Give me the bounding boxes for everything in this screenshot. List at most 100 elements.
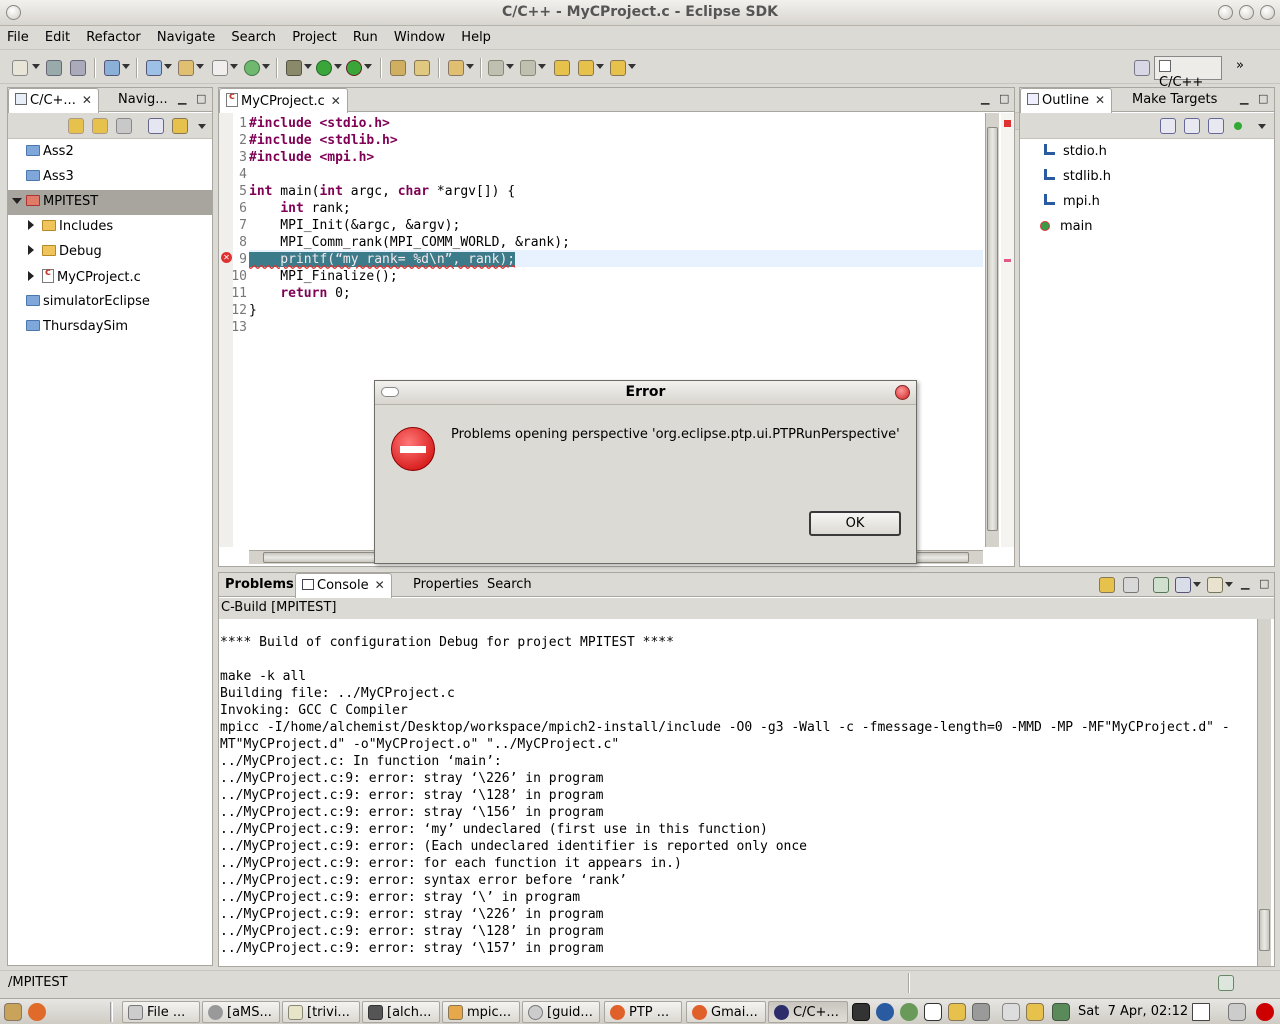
- outline-item-stdlib[interactable]: stdlib.h: [1020, 165, 1111, 190]
- print-icon[interactable]: [70, 60, 86, 76]
- up-icon[interactable]: [116, 118, 132, 134]
- scrollbar-thumb[interactable]: [1259, 909, 1270, 951]
- tree-item-includes[interactable]: Includes: [8, 215, 113, 240]
- open-perspective-icon[interactable]: [1134, 60, 1150, 76]
- error-overview-marker[interactable]: [1004, 120, 1011, 127]
- collapse-all-icon[interactable]: [148, 118, 164, 134]
- display-console-dropdown-icon[interactable]: [1193, 582, 1201, 587]
- open-console-dropdown-icon[interactable]: [1225, 582, 1233, 587]
- new-folder-icon[interactable]: [178, 60, 194, 76]
- task-mpich[interactable]: mpic...: [442, 1001, 520, 1023]
- clock[interactable]: Sat 7 Apr, 02:12: [1078, 1004, 1188, 1019]
- tree-item-simulatoreclipse[interactable]: simulatorEclipse: [8, 290, 150, 315]
- editor-vertical-scrollbar[interactable]: [985, 113, 999, 547]
- console-vertical-scrollbar[interactable]: [1257, 619, 1271, 966]
- back-icon[interactable]: [578, 60, 594, 76]
- hide-static-icon[interactable]: [1208, 118, 1224, 134]
- task-file-manager[interactable]: File ...: [122, 1001, 200, 1023]
- open-type-icon[interactable]: [390, 60, 406, 76]
- tree-item-debug[interactable]: Debug: [8, 240, 102, 265]
- hide-fields-icon[interactable]: [1184, 118, 1200, 134]
- perspective-overflow-icon[interactable]: »: [1236, 58, 1244, 73]
- pin-console-icon[interactable]: [1153, 577, 1169, 593]
- back-dropdown-icon[interactable]: [596, 64, 604, 69]
- tab-make-targets[interactable]: Make Targets: [1126, 88, 1223, 112]
- scrollbar-thumb[interactable]: [987, 127, 998, 531]
- globe-icon[interactable]: [900, 1003, 918, 1021]
- expand-arrow-icon[interactable]: [28, 220, 34, 230]
- tree-item-ass3[interactable]: Ass3: [8, 165, 74, 190]
- sort-icon[interactable]: [1160, 118, 1176, 134]
- new-source-icon[interactable]: [212, 60, 228, 76]
- volume-icon[interactable]: [1052, 1003, 1070, 1021]
- close-tab-icon[interactable]: ✕: [331, 94, 341, 108]
- new-icon[interactable]: [12, 60, 28, 76]
- close-tab-icon[interactable]: ✕: [375, 578, 385, 592]
- previous-annotation-dropdown-icon[interactable]: [538, 64, 546, 69]
- previous-annotation-icon[interactable]: [520, 60, 536, 76]
- scroll-lock-icon[interactable]: [1099, 577, 1115, 593]
- minimize-view-icon[interactable]: ▁: [178, 92, 186, 105]
- menu-project[interactable]: Project: [287, 27, 341, 45]
- debug-dropdown-icon[interactable]: [304, 64, 312, 69]
- forward-icon[interactable]: [610, 60, 626, 76]
- new-folder-dropdown-icon[interactable]: [196, 64, 204, 69]
- close-tab-icon[interactable]: ✕: [1095, 93, 1105, 107]
- next-annotation-dropdown-icon[interactable]: [506, 64, 514, 69]
- ubuntu-logo-icon[interactable]: [28, 1003, 46, 1021]
- dialog-menu-icon[interactable]: [381, 387, 399, 397]
- open-folder-dropdown-icon[interactable]: [466, 64, 474, 69]
- maximize-view-icon[interactable]: □: [196, 92, 206, 105]
- tab-problems[interactable]: Problems: [219, 573, 300, 597]
- external-tools-icon[interactable]: [346, 60, 362, 76]
- run-icon[interactable]: [316, 60, 332, 76]
- tree-item-ass2[interactable]: Ass2: [8, 140, 74, 165]
- tux-icon[interactable]: [924, 1003, 942, 1021]
- back-icon[interactable]: [68, 118, 84, 134]
- perspective-cpp-button[interactable]: C/C++: [1154, 56, 1222, 90]
- tree-item-thursdaysim[interactable]: ThursdaySim: [8, 315, 128, 340]
- last-edit-icon[interactable]: [554, 60, 570, 76]
- clear-console-icon[interactable]: [1123, 577, 1139, 593]
- task-guide[interactable]: [guid...: [522, 1001, 600, 1023]
- debug-icon[interactable]: [286, 60, 302, 76]
- new-dropdown-icon[interactable]: [32, 64, 40, 69]
- power-icon[interactable]: [1256, 1003, 1274, 1021]
- hide-nonpublic-icon[interactable]: [1234, 122, 1242, 130]
- task-gmail[interactable]: Gmai...: [686, 1001, 766, 1023]
- new-class-icon[interactable]: [244, 60, 260, 76]
- next-annotation-icon[interactable]: [488, 60, 504, 76]
- terminal-launcher-icon[interactable]: [852, 1003, 870, 1021]
- tab-outline[interactable]: Outline ✕: [1020, 88, 1113, 113]
- task-alchemist[interactable]: [alch...: [362, 1001, 440, 1023]
- build-dropdown-icon[interactable]: [122, 64, 130, 69]
- outline-item-mpi[interactable]: mpi.h: [1020, 190, 1100, 215]
- open-folder-icon[interactable]: [448, 60, 464, 76]
- ok-button[interactable]: OK: [809, 511, 901, 536]
- tab-search[interactable]: Search: [481, 573, 538, 597]
- console-output[interactable]: **** Build of configuration Debug for pr…: [219, 619, 1255, 965]
- menu-refactor[interactable]: Refactor: [81, 27, 146, 45]
- error-line-marker[interactable]: [1004, 259, 1011, 262]
- menu-edit[interactable]: Edit: [40, 27, 75, 45]
- trash-icon[interactable]: [1228, 1003, 1246, 1021]
- puzzle-icon[interactable]: [948, 1003, 966, 1021]
- menu-help[interactable]: Help: [456, 27, 496, 45]
- search-icon[interactable]: [414, 60, 430, 76]
- task-ptp[interactable]: PTP ...: [604, 1001, 682, 1023]
- tab-console[interactable]: Console ✕: [295, 573, 392, 598]
- expand-arrow-icon[interactable]: [28, 271, 34, 281]
- forward-dropdown-icon[interactable]: [628, 64, 636, 69]
- menu-file[interactable]: File: [2, 27, 34, 45]
- link-editor-icon[interactable]: [172, 118, 188, 134]
- menu-search[interactable]: Search: [226, 27, 281, 45]
- maximize-view-icon[interactable]: □: [1258, 92, 1268, 105]
- save-icon[interactable]: [46, 60, 62, 76]
- tab-mycproject[interactable]: MyCProject.c ✕: [219, 88, 348, 113]
- close-tab-icon[interactable]: ✕: [82, 93, 92, 107]
- minimize-button[interactable]: [1218, 5, 1233, 20]
- new-project-icon[interactable]: [146, 60, 162, 76]
- tab-cpp-projects[interactable]: C/C+... ✕: [8, 88, 99, 113]
- task-trivia[interactable]: [trivi...: [282, 1001, 360, 1023]
- menu-window[interactable]: Window: [389, 27, 450, 45]
